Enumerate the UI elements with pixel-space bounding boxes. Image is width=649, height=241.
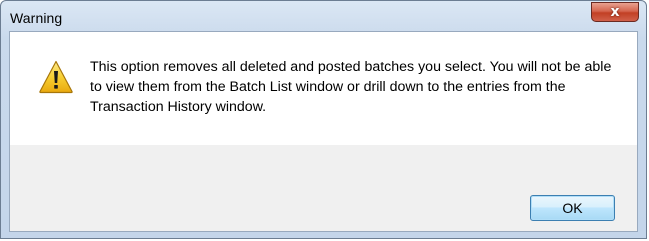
button-bar: OK <box>10 145 637 231</box>
warning-icon <box>39 60 73 94</box>
close-icon: x <box>610 4 620 20</box>
dialog-content: This option removes all deleted and post… <box>10 32 637 145</box>
window-title: Warning <box>10 10 63 26</box>
title-bar[interactable]: Warning x <box>1 1 646 31</box>
warning-dialog-window: Warning x This option removes all delete… <box>0 0 647 239</box>
ok-button[interactable]: OK <box>530 195 615 221</box>
close-button[interactable]: x <box>591 2 639 22</box>
warning-message: This option removes all deleted and post… <box>90 59 612 115</box>
dialog-client-area: This option removes all deleted and post… <box>9 31 638 232</box>
